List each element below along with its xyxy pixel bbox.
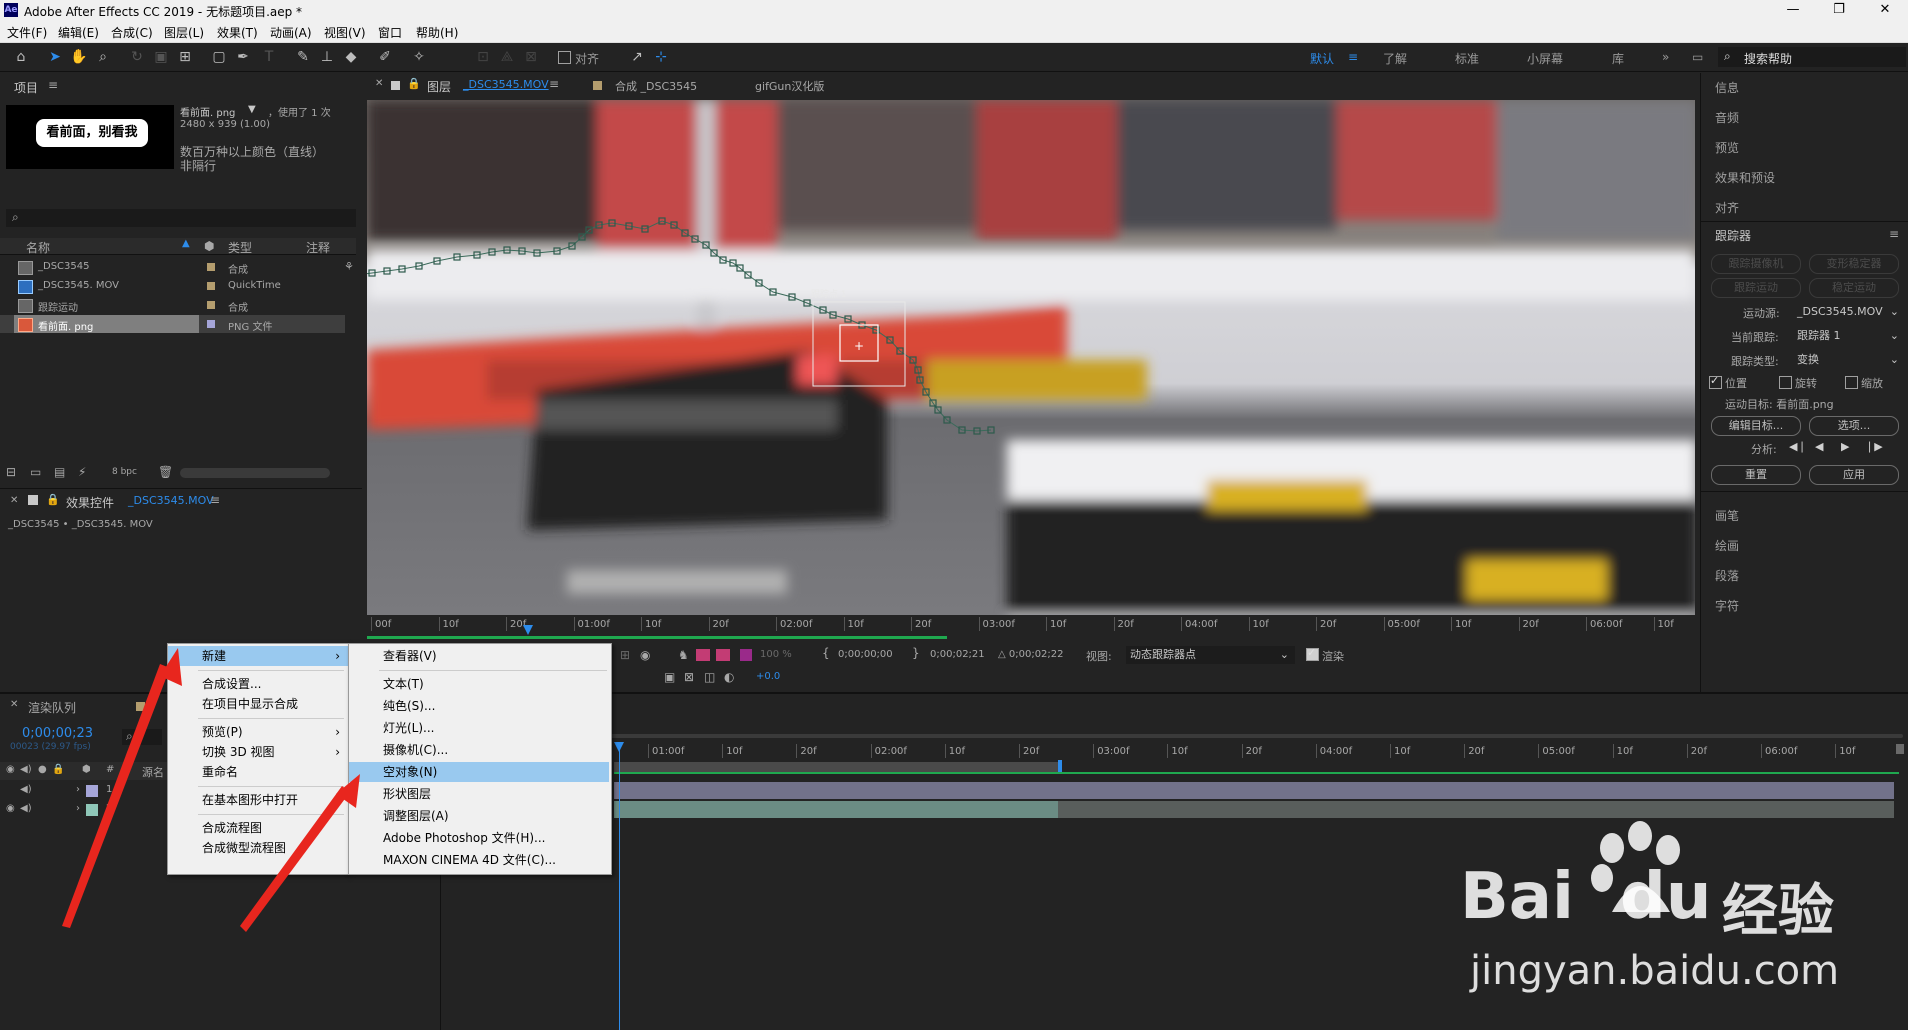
- red-arrow-1: [62, 664, 170, 928]
- watermark-cn: 经验: [1722, 879, 1834, 944]
- watermark-url: jingyan.baidu.com: [1470, 948, 1840, 994]
- red-arrow-2: [240, 786, 350, 932]
- watermark-brand: Bai: [1460, 860, 1574, 934]
- baidu-watermark: Bai du 经验 jingyan.baidu.com: [1460, 820, 1900, 1020]
- watermark-brand-du: du: [1620, 860, 1712, 934]
